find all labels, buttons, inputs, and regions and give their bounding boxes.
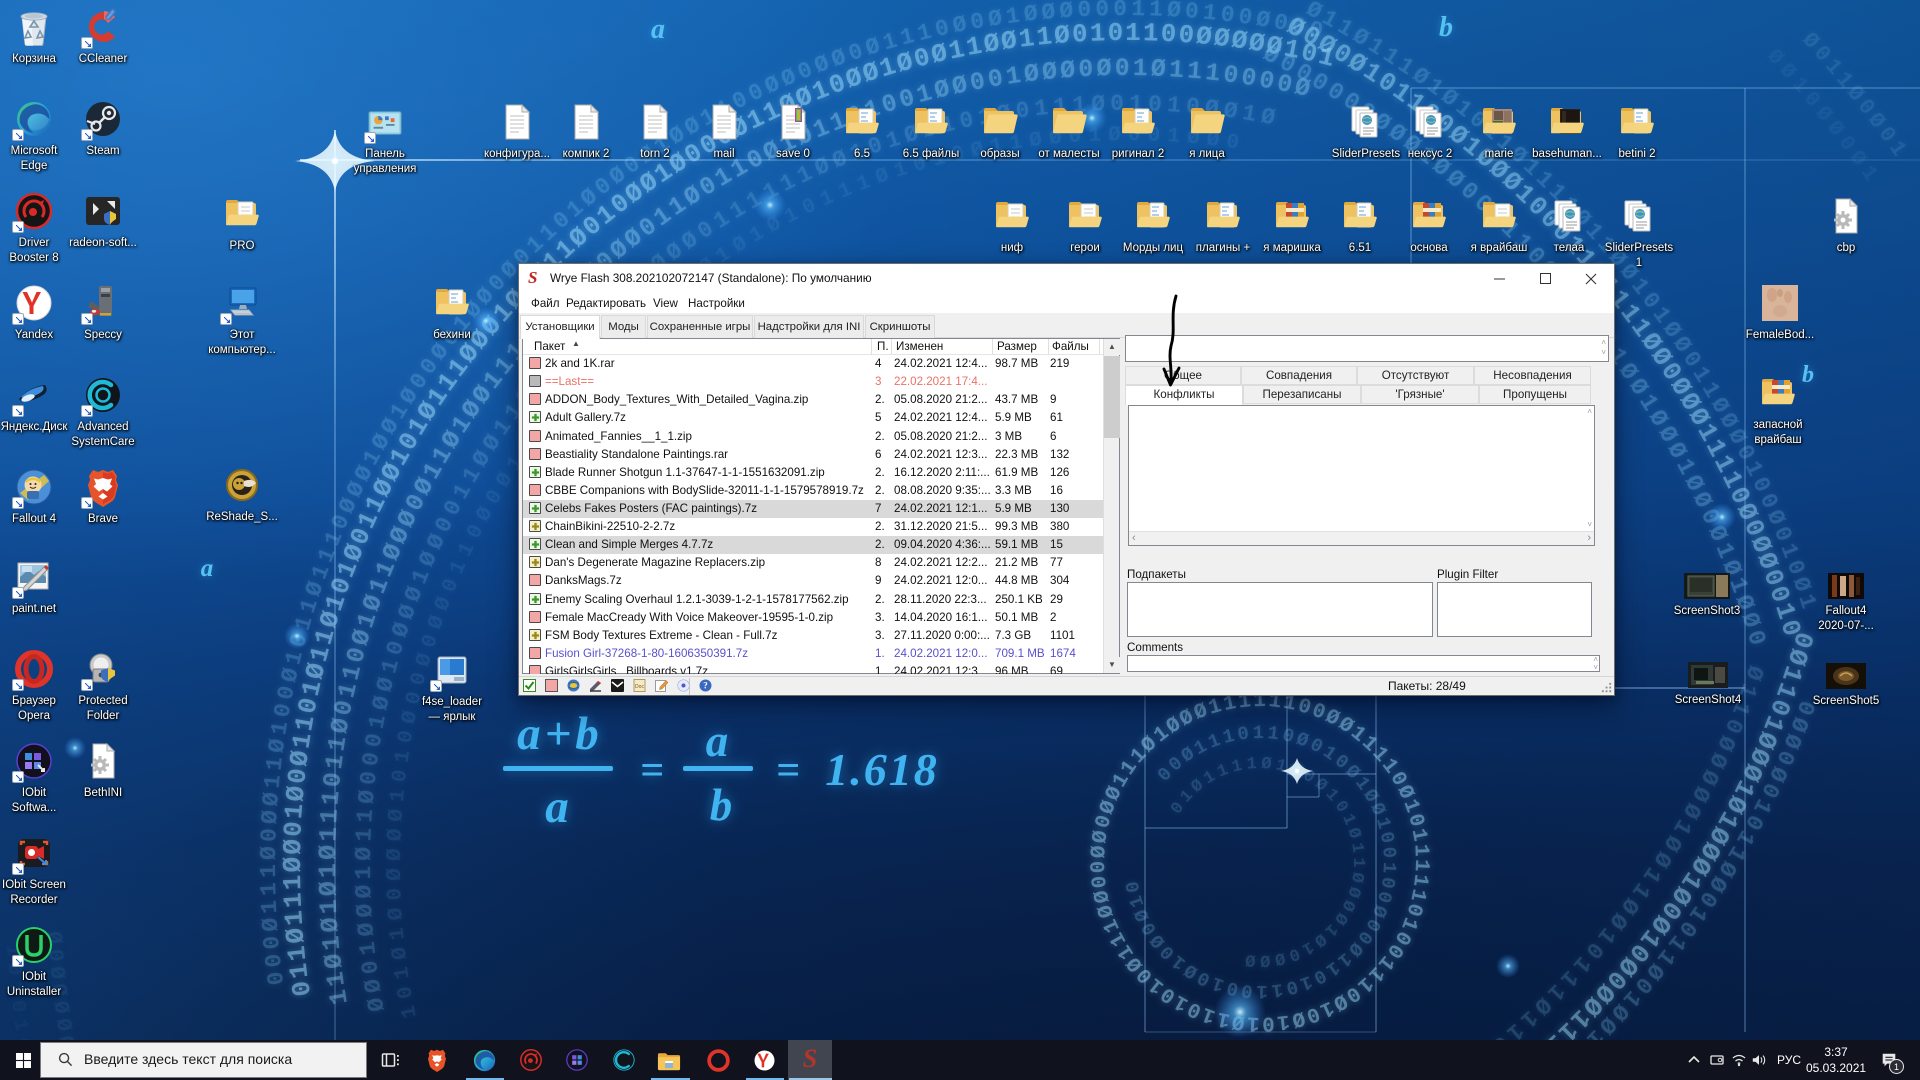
svg-text:a: a: [706, 716, 729, 766]
svg-text:1.618: 1.618: [825, 744, 939, 795]
svg-text:Doc: Doc: [635, 684, 644, 690]
svg-text:b: b: [710, 780, 733, 830]
svg-text:a: a: [545, 781, 569, 833]
svg-text:?: ?: [703, 681, 708, 691]
svg-text:a + b: a + b: [517, 708, 599, 760]
svg-text:a: a: [201, 555, 214, 582]
svg-text:a: a: [651, 14, 665, 45]
svg-text:b: b: [1439, 12, 1453, 43]
svg-text:=: =: [776, 748, 800, 794]
svg-text:=: =: [640, 748, 664, 794]
